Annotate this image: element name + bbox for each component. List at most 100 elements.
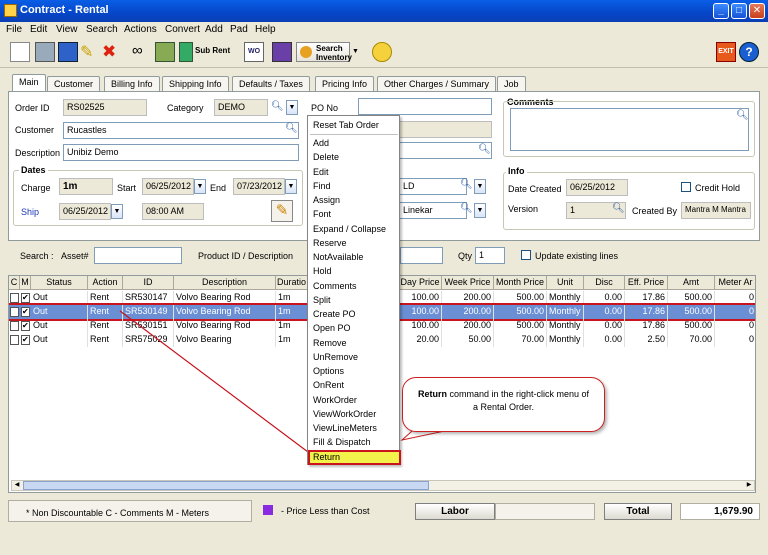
- col-header-description[interactable]: Description: [174, 276, 276, 290]
- maximize-button[interactable]: □: [731, 3, 747, 19]
- col-header-m[interactable]: M: [20, 276, 31, 290]
- comments-field[interactable]: [510, 108, 749, 151]
- col-header-eff-price[interactable]: Eff. Price: [625, 276, 668, 290]
- update-lines-checkbox[interactable]: [521, 250, 531, 260]
- end-date-field[interactable]: 07/23/2012: [233, 178, 285, 195]
- close-button[interactable]: ✕: [749, 3, 765, 19]
- horizontal-scrollbar[interactable]: ◀ ▶: [11, 480, 755, 491]
- cell-m[interactable]: ✔: [21, 321, 30, 331]
- tab-main[interactable]: Main: [12, 74, 46, 92]
- po-no-field[interactable]: [358, 98, 492, 115]
- search-icon[interactable]: 🔍︎: [460, 179, 473, 190]
- tab-defaults-taxes[interactable]: Defaults / Taxes: [232, 76, 310, 91]
- chevron-down-icon[interactable]: ▼: [286, 100, 298, 115]
- menu-item-assign[interactable]: Assign: [313, 195, 340, 205]
- col-header-id[interactable]: ID: [123, 276, 174, 290]
- total-button[interactable]: Total: [604, 503, 672, 520]
- col-header-week-price[interactable]: Week Price: [442, 276, 494, 290]
- menu-add[interactable]: Add: [205, 24, 223, 35]
- menu-item-onrent[interactable]: OnRent: [313, 380, 344, 390]
- ship-link[interactable]: Ship: [21, 207, 39, 217]
- new-icon[interactable]: [10, 42, 30, 62]
- chevron-down-icon[interactable]: ▼: [194, 179, 206, 194]
- linekar-field[interactable]: Linekar: [399, 202, 467, 219]
- menu-search[interactable]: Search: [86, 24, 118, 35]
- col-header-disc[interactable]: Disc: [584, 276, 625, 290]
- chevron-down-icon[interactable]: ▼: [474, 203, 486, 218]
- col-header-day-price[interactable]: Day Price: [399, 276, 442, 290]
- subrent-label[interactable]: Sub Rent: [195, 46, 230, 55]
- tab-other-charges[interactable]: Other Charges / Summary: [377, 76, 497, 91]
- tab-billing-info[interactable]: Billing Info: [104, 76, 160, 91]
- menu-item-open-po[interactable]: Open PO: [313, 323, 351, 333]
- menu-actions[interactable]: Actions: [124, 24, 157, 35]
- menu-item-expand-collapse[interactable]: Expand / Collapse: [313, 224, 386, 234]
- pencil-icon[interactable]: ✎: [271, 200, 293, 222]
- qty-input[interactable]: 1: [475, 247, 505, 264]
- menu-item-fill-dispatch[interactable]: Fill & Dispatch: [313, 437, 371, 447]
- menu-item-find[interactable]: Find: [313, 181, 331, 191]
- col-header-status[interactable]: Status: [31, 276, 88, 290]
- col-header-month-price[interactable]: Month Price: [494, 276, 547, 290]
- cell-m[interactable]: ✔: [21, 335, 30, 345]
- chevron-down-icon[interactable]: ▼: [474, 179, 486, 194]
- menu-item-remove[interactable]: Remove: [313, 338, 347, 348]
- smiley-icon[interactable]: [372, 42, 392, 62]
- binoculars-icon[interactable]: ∞: [132, 42, 152, 62]
- search-icon[interactable]: 🔍︎: [478, 144, 491, 155]
- cell-c[interactable]: [10, 307, 19, 317]
- category-field[interactable]: DEMO: [214, 99, 268, 116]
- delete-icon[interactable]: ✖: [102, 42, 122, 62]
- menu-item-comments[interactable]: Comments: [313, 281, 357, 291]
- search-icon[interactable]: 🔍︎: [460, 203, 473, 214]
- menu-item-reset-tab-order[interactable]: Reset Tab Order: [313, 120, 379, 130]
- pencil-icon[interactable]: ✎: [80, 42, 100, 62]
- wo-icon[interactable]: WO: [244, 42, 264, 62]
- menu-file[interactable]: File: [6, 24, 22, 35]
- cell-c[interactable]: [10, 293, 19, 303]
- search-icon[interactable]: 🔍︎: [736, 110, 749, 121]
- scroll-left-icon[interactable]: ◀: [12, 481, 22, 490]
- scroll-thumb[interactable]: [23, 481, 429, 490]
- menu-convert[interactable]: Convert: [165, 24, 200, 35]
- cell-c[interactable]: [10, 321, 19, 331]
- col-header-unit[interactable]: Unit: [547, 276, 584, 290]
- customer-field[interactable]: Rucastles: [63, 122, 299, 139]
- minimize-button[interactable]: _: [713, 3, 729, 19]
- menu-item-viewlinemeters[interactable]: ViewLineMeters: [313, 423, 377, 433]
- cell-c[interactable]: [10, 335, 19, 345]
- search-icon[interactable]: 🔍︎: [612, 203, 625, 214]
- exit-icon[interactable]: EXIT: [716, 42, 736, 62]
- product-search-input[interactable]: [400, 247, 443, 264]
- menu-item-split[interactable]: Split: [313, 295, 331, 305]
- col-header-duration[interactable]: Duratio: [276, 276, 308, 290]
- credit-hold-checkbox[interactable]: [681, 182, 691, 192]
- tab-customer[interactable]: Customer: [47, 76, 101, 91]
- calendar-icon[interactable]: [155, 42, 175, 62]
- print-icon[interactable]: [35, 42, 55, 62]
- menu-item-create-po[interactable]: Create PO: [313, 309, 356, 319]
- menu-item-return[interactable]: Return: [313, 452, 340, 462]
- search-inventory-button[interactable]: Search Inventory: [296, 42, 352, 62]
- schedule-icon[interactable]: [272, 42, 292, 62]
- menu-item-notavailable[interactable]: NotAvailable: [313, 252, 363, 262]
- col-header-action[interactable]: Action: [88, 276, 123, 290]
- col-header-meter[interactable]: Meter Ar: [715, 276, 755, 290]
- menu-pad[interactable]: Pad: [230, 24, 248, 35]
- menu-item-hold[interactable]: Hold: [313, 266, 332, 276]
- tab-pricing-info[interactable]: Pricing Info: [315, 76, 375, 91]
- menu-item-unremove[interactable]: UnRemove: [313, 352, 358, 362]
- menu-item-reserve[interactable]: Reserve: [313, 238, 347, 248]
- col-header-amt[interactable]: Amt: [668, 276, 715, 290]
- cell-m[interactable]: ✔: [21, 293, 30, 303]
- asset-search-input[interactable]: [94, 247, 182, 264]
- menu-item-viewworkorder[interactable]: ViewWorkOrder: [313, 409, 376, 419]
- menu-item-font[interactable]: Font: [313, 209, 331, 219]
- save-icon[interactable]: [58, 42, 78, 62]
- menu-edit[interactable]: Edit: [30, 24, 47, 35]
- ship-date-field[interactable]: 06/25/2012: [59, 203, 111, 220]
- cell-m[interactable]: ✔: [21, 307, 30, 317]
- description-field[interactable]: Unibiz Demo: [63, 144, 299, 161]
- chevron-down-icon[interactable]: ▼: [285, 179, 297, 194]
- search-icon[interactable]: 🔍︎: [271, 101, 284, 112]
